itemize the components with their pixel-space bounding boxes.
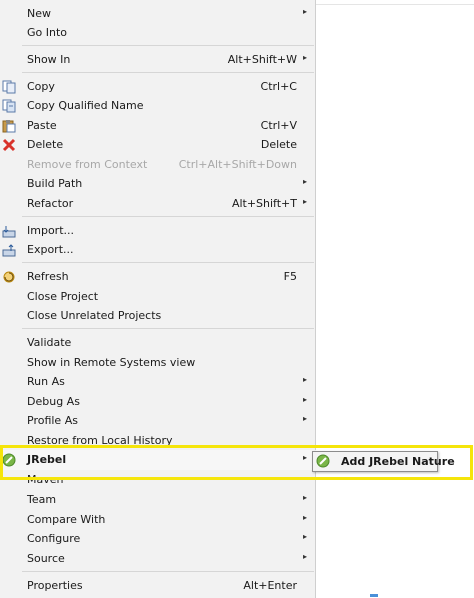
menu-item-label: Source <box>27 552 65 565</box>
menu-item-label: Team <box>27 493 57 506</box>
submenu-item-label: Add JRebel Nature <box>341 455 455 468</box>
paste-icon <box>2 119 16 133</box>
context-menu: New ▸ Go Into Show In Alt+Shift+W ▸ Copy… <box>0 0 316 598</box>
menu-separator <box>22 45 314 46</box>
menu-item-build-path[interactable]: Build Path ▸ <box>0 174 316 193</box>
menu-item-team[interactable]: Team ▸ <box>0 490 316 509</box>
menu-item-label: Go Into <box>27 26 68 39</box>
menu-item-paste[interactable]: Paste Ctrl+V <box>0 116 316 135</box>
submenu-arrow-icon: ▸ <box>302 532 307 541</box>
menu-item-label: Copy <box>27 80 55 93</box>
menu-item-run-as[interactable]: Run As ▸ <box>0 372 316 391</box>
menu-item-label: Show In <box>27 53 71 66</box>
delete-icon <box>2 138 16 152</box>
menu-item-source[interactable]: Source ▸ <box>0 549 316 568</box>
menu-separator <box>22 262 314 263</box>
menu-item-copy-qualified-name[interactable]: Copy Qualified Name <box>0 96 316 115</box>
export-icon <box>2 243 16 257</box>
menu-item-label: Import... <box>27 224 74 237</box>
menu-item-label: Export... <box>27 243 74 256</box>
menu-item-show-in-remote-systems-view[interactable]: Show in Remote Systems view <box>0 353 316 372</box>
submenu-arrow-icon: ▸ <box>302 177 307 186</box>
submenu-arrow-icon: ▸ <box>302 513 307 522</box>
menu-item-copy[interactable]: Copy Ctrl+C <box>0 77 316 96</box>
menu-item-close-unrelated-projects[interactable]: Close Unrelated Projects <box>0 306 316 325</box>
submenu-arrow-icon: ▸ <box>302 395 307 404</box>
copy-icon <box>2 80 16 94</box>
submenu-arrow-icon: ▸ <box>302 414 307 423</box>
taskbar-indicator <box>370 594 378 597</box>
menu-item-show-in[interactable]: Show In Alt+Shift+W ▸ <box>0 50 316 69</box>
import-icon <box>2 224 16 238</box>
menu-item-label: Remove from Context <box>27 158 148 171</box>
menu-item-label: Close Project <box>27 290 99 303</box>
submenu-arrow-icon: ▸ <box>302 197 307 206</box>
menu-item-properties[interactable]: Properties Alt+Enter <box>0 576 316 595</box>
menu-item-shortcut: Delete <box>260 138 297 151</box>
menu-item-import[interactable]: Import... <box>0 221 316 240</box>
menu-item-label: Configure <box>27 532 81 545</box>
menu-item-shortcut: Ctrl+Alt+Shift+Down <box>178 158 297 171</box>
menu-item-profile-as[interactable]: Profile As ▸ <box>0 411 316 430</box>
submenu-arrow-icon: ▸ <box>302 453 307 462</box>
menu-item-compare-with[interactable]: Compare With ▸ <box>0 510 316 529</box>
menu-item-shortcut: Alt+Enter <box>243 579 297 592</box>
menu-item-shortcut: Ctrl+V <box>260 119 297 132</box>
menu-item-maven[interactable]: Maven <box>0 470 316 489</box>
menu-item-export[interactable]: Export... <box>0 240 316 259</box>
menu-item-label: Run As <box>27 375 65 388</box>
jrebel-submenu: Add JRebel Nature <box>312 451 455 472</box>
menu-item-close-project[interactable]: Close Project <box>0 287 316 306</box>
menu-item-debug-as[interactable]: Debug As ▸ <box>0 392 316 411</box>
menu-item-label: Refresh <box>27 270 69 283</box>
submenu-arrow-icon: ▸ <box>302 53 307 62</box>
menu-item-shortcut: Alt+Shift+W <box>227 53 297 66</box>
jrebel-icon <box>316 454 330 468</box>
menu-item-restore-from-local-history[interactable]: Restore from Local History <box>0 431 316 450</box>
copy-qualified-name-icon <box>2 99 16 113</box>
menu-item-label: JRebel <box>27 453 67 466</box>
submenu-arrow-icon: ▸ <box>302 375 307 384</box>
menu-item-label: Delete <box>27 138 64 151</box>
menu-item-label: Maven <box>27 473 64 486</box>
menu-item-shortcut: Alt+Shift+T <box>231 197 297 210</box>
refresh-icon <box>2 270 16 284</box>
menu-separator <box>22 216 314 217</box>
menu-separator <box>22 571 314 572</box>
menu-item-new[interactable]: New ▸ <box>0 4 316 23</box>
submenu-arrow-icon: ▸ <box>302 7 307 16</box>
submenu-item-add-jrebel-nature[interactable]: Add JRebel Nature <box>313 452 455 471</box>
menu-item-validate[interactable]: Validate <box>0 333 316 352</box>
menu-item-label: Compare With <box>27 513 106 526</box>
jrebel-icon <box>2 453 16 467</box>
menu-item-label: Validate <box>27 336 72 349</box>
menu-item-refresh[interactable]: Refresh F5 <box>0 267 316 286</box>
menu-item-label: Refactor <box>27 197 74 210</box>
menu-item-jrebel[interactable]: JRebel ▸ <box>0 450 316 470</box>
menu-item-label: Debug As <box>27 395 80 408</box>
menu-item-label: Paste <box>27 119 57 132</box>
submenu-arrow-icon: ▸ <box>302 493 307 502</box>
menu-item-label: Properties <box>27 579 83 592</box>
menu-item-go-into[interactable]: Go Into <box>0 23 316 42</box>
menu-item-label: Restore from Local History <box>27 434 173 447</box>
menu-item-label: New <box>27 7 51 20</box>
menu-item-label: Build Path <box>27 177 83 190</box>
menu-item-remove-from-context: Remove from Context Ctrl+Alt+Shift+Down <box>0 155 316 174</box>
menu-item-label: Profile As <box>27 414 78 427</box>
menu-item-delete[interactable]: Delete Delete <box>0 135 316 154</box>
menu-item-label: Copy Qualified Name <box>27 99 144 112</box>
menu-item-label: Close Unrelated Projects <box>27 309 162 322</box>
menu-item-refactor[interactable]: Refactor Alt+Shift+T ▸ <box>0 194 316 213</box>
menu-item-label: Show in Remote Systems view <box>27 356 196 369</box>
menu-item-shortcut: Ctrl+C <box>260 80 297 93</box>
menu-separator <box>22 72 314 73</box>
submenu-arrow-icon: ▸ <box>302 552 307 561</box>
menu-separator <box>22 328 314 329</box>
background-pane-border <box>316 4 474 5</box>
menu-item-shortcut: F5 <box>283 270 297 283</box>
menu-item-configure[interactable]: Configure ▸ <box>0 529 316 548</box>
